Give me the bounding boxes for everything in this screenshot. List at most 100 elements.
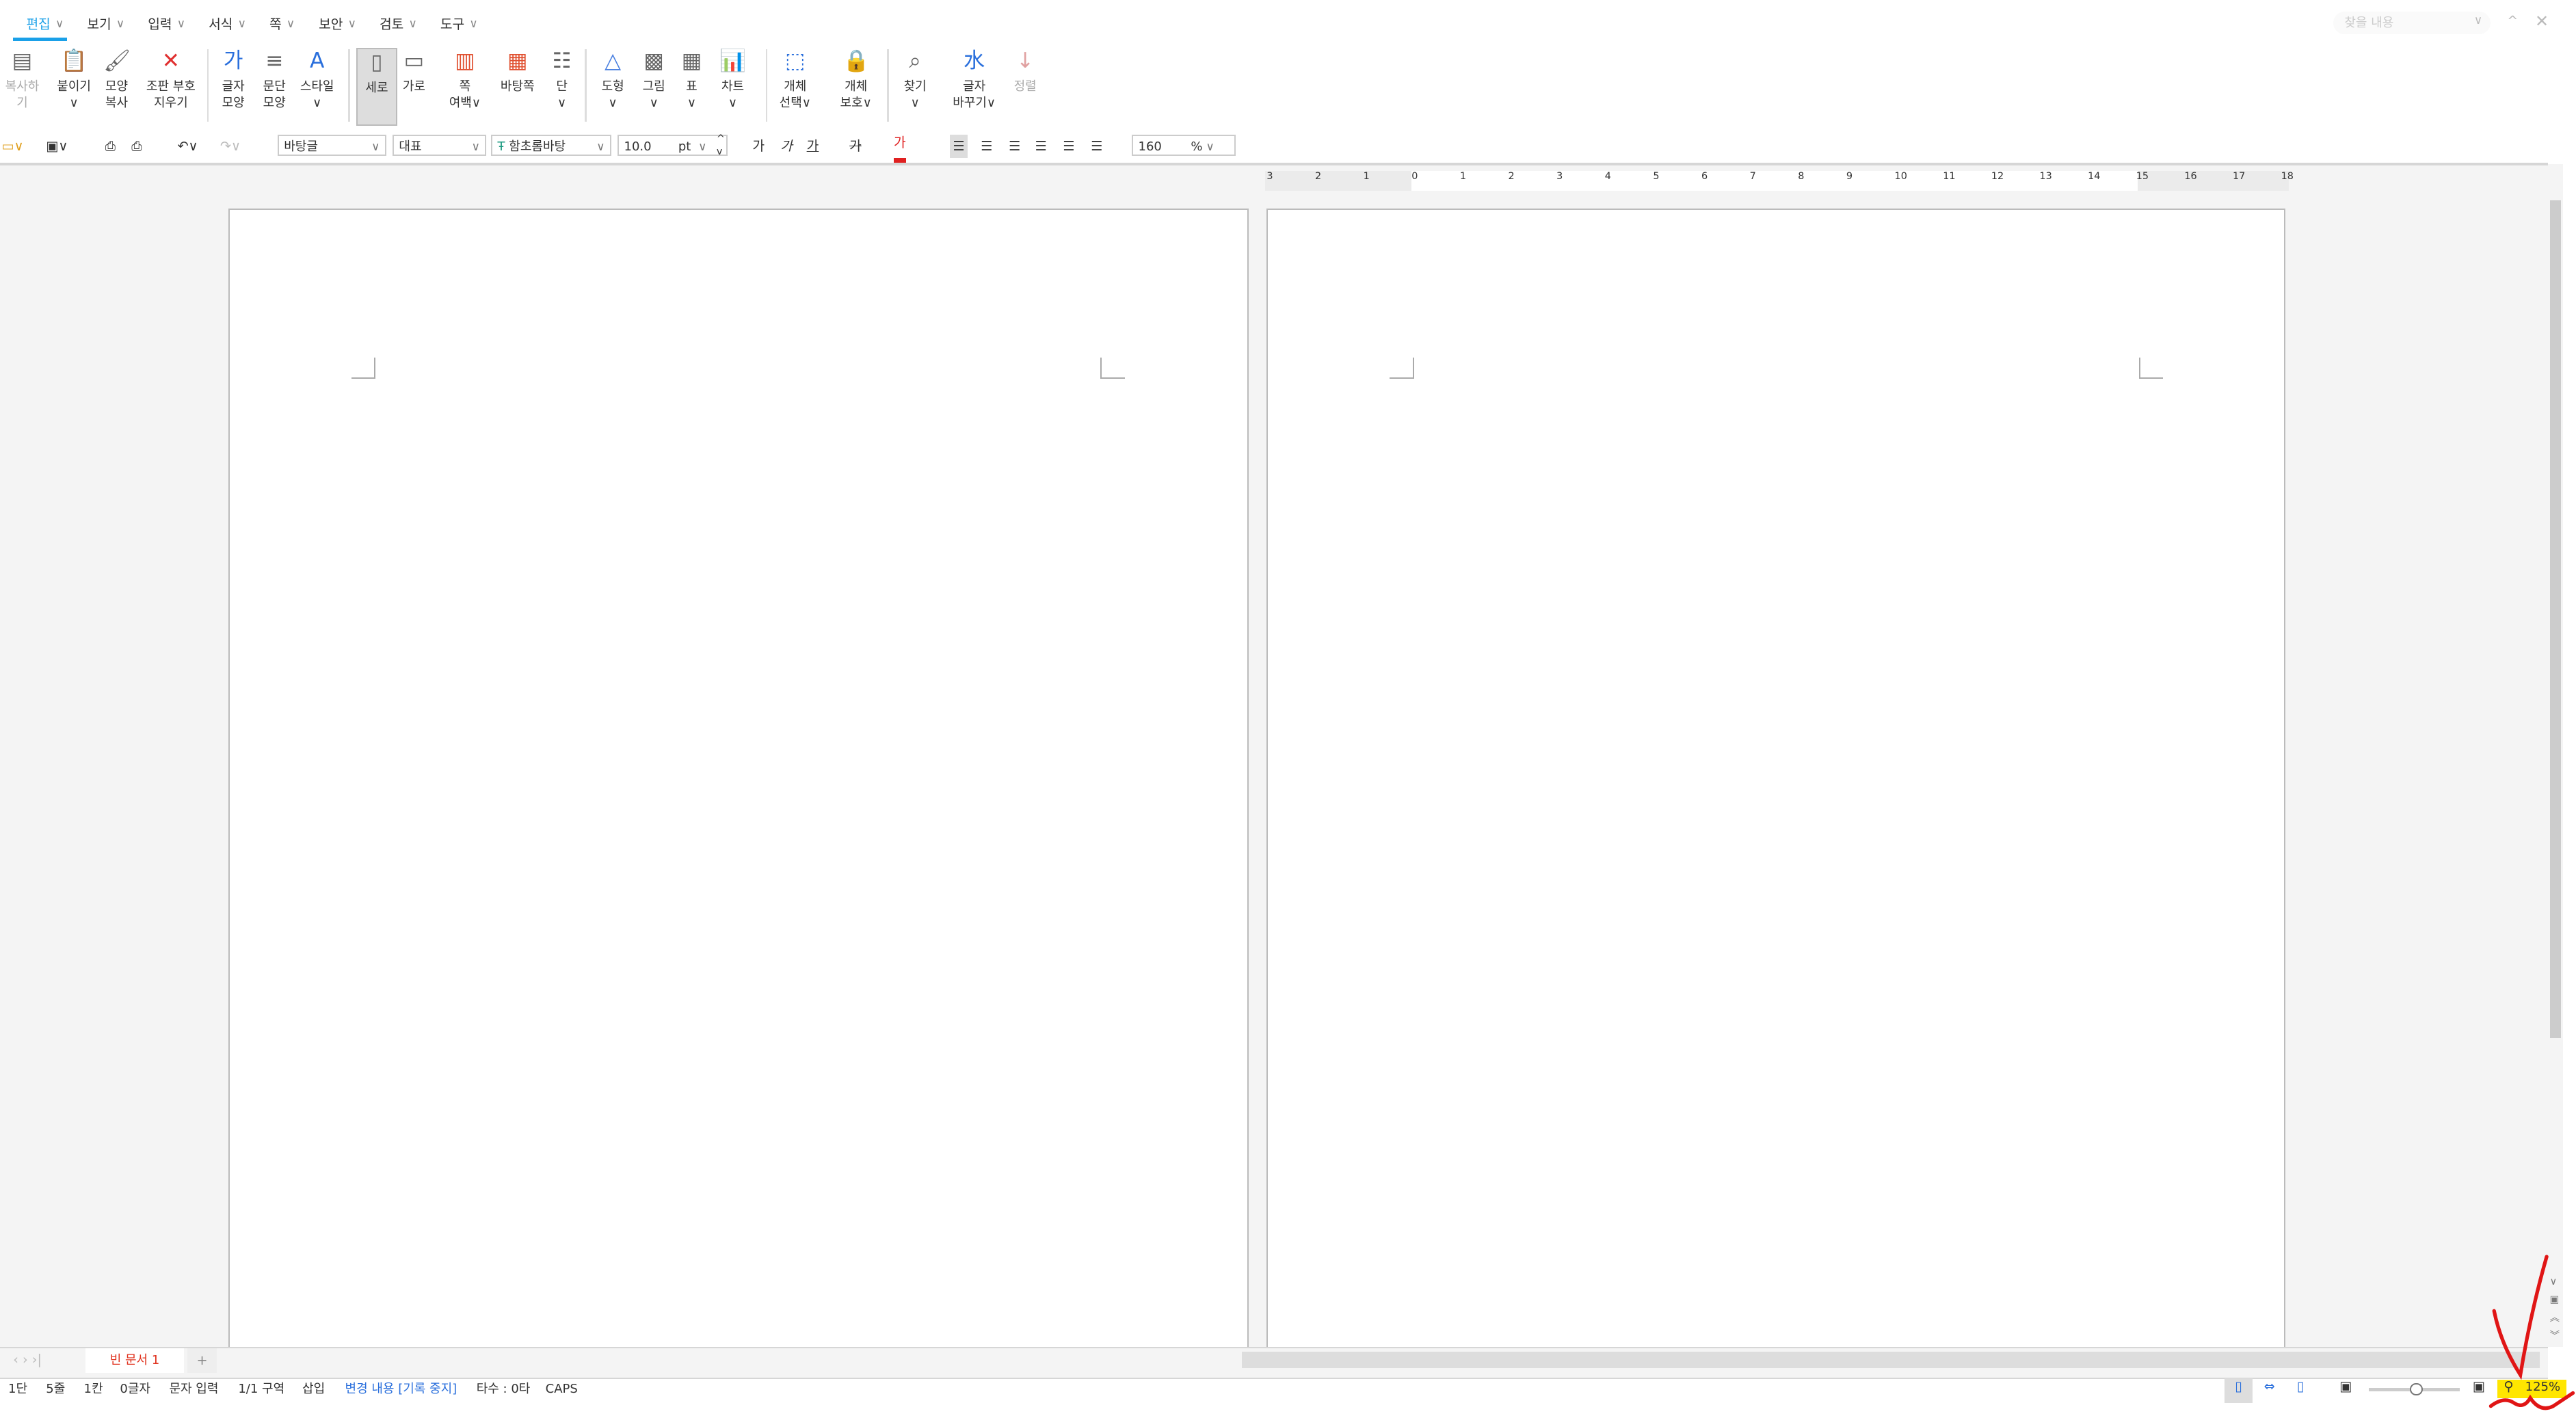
ribbon-button[interactable]: 🖌 모양 복사 [98,48,135,124]
menu-tab-label: 보기 [87,16,111,32]
font-size-input[interactable]: 10.0 pt ∨ ^ v [618,133,728,159]
align-left-icon[interactable]: ☰ [981,135,992,158]
find-input[interactable]: 찾을 내용 ∨ [2333,11,2491,35]
fit-page-icon[interactable]: ▯ [2297,1378,2305,1394]
open-icon[interactable]: ▭∨ [1,135,23,158]
align-justify-icon[interactable]: ☰ [949,135,968,158]
menu-tab[interactable]: 검토 ∨ [380,10,417,36]
distribute-icon[interactable]: ☰ [1063,135,1074,158]
undo-icon[interactable]: ↶∨ [177,135,198,158]
margin-icon: ▥ [455,48,475,73]
ribbon-label-2: ∨ [313,96,322,111]
ribbon-button[interactable]: ▦ 표 ∨ [677,48,706,124]
size-spinner[interactable]: ^ v [717,133,725,159]
menu-tab[interactable]: 편집 ∨ [13,10,67,42]
ribbon-label-2: 바꾸기∨ [953,96,996,111]
ribbon-label: 단 [556,79,568,94]
ribbon-label-2: ∨ [687,96,697,111]
strike-button[interactable]: 가 [849,135,862,158]
ribbon-button[interactable]: ↓ 정렬 [1009,48,1041,124]
ribbon-label: 스타일 [300,79,334,94]
status-line: 5줄 [46,1382,66,1397]
ribbon-label-2: 모양 [263,96,286,111]
menu-tab[interactable]: 쪽 ∨ [269,10,295,36]
ribbon-label-2: ∨ [557,96,567,111]
font-color-button[interactable]: 가 [893,135,906,163]
ribbon-label-2: 보호∨ [840,96,872,111]
ribbon-button[interactable]: ☷ 단 ∨ [547,48,576,124]
ribbon-button[interactable]: △ 도형 ∨ [595,48,631,124]
ruler[interactable]: 3 2 1 0 1 2 3 4 5 6 7 8 9 10 11 12 13 14 15 16 17 18 [1264,170,2294,191]
ribbon-button[interactable]: 水 글자 바꾸기∨ [946,48,1002,124]
ribbon-button[interactable]: A 스타일 ∨ [295,48,338,124]
ruler-label: 3 [1266,170,1273,182]
sort-icon: ↓ [1016,48,1035,73]
style-select[interactable]: 바탕글 ∨ [278,135,386,157]
find-prev-icon[interactable]: ^ [2507,13,2518,29]
ribbon-button[interactable]: ▩ 그림 ∨ [637,48,670,124]
font-select[interactable]: Ŧ 함초롬바탕 ∨ [491,135,611,157]
status-insert[interactable]: 삽입 [302,1380,325,1400]
ribbon-button[interactable]: ⬚ 개체 선택∨ [775,48,815,124]
ribbon-button[interactable]: 📊 차트 ∨ [713,48,753,124]
print-icon[interactable]: ⎙ [105,135,116,158]
menu-tab-label: 검토 [379,16,404,32]
ribbon-label: 붙이기 [57,79,91,94]
doc-tab[interactable]: 빈 문서 1 [85,1348,185,1374]
bold-button[interactable]: 가 [752,135,765,158]
tab-nav-icons[interactable]: ‹ › ›| [13,1352,42,1367]
page-2[interactable] [1266,209,2285,1349]
ruler-label: 6 [1701,170,1708,182]
status-track-changes[interactable]: 변경 내용 [기록 중지] [345,1380,457,1400]
ribbon-label: 세로 [365,81,388,96]
italic-button[interactable]: 가 [780,135,793,158]
ruler-label: 0 [1411,170,1418,182]
ribbon-button[interactable]: ▦ 바탕쪽 [496,48,539,124]
page-1[interactable] [228,209,1249,1349]
ribbon-button[interactable]: 가 글자 모양 [217,48,250,124]
redo-icon[interactable]: ↷∨ [220,135,241,158]
ribbon-button[interactable]: 🔒 개체 보호∨ [832,48,881,124]
status-caps: CAPS [545,1382,578,1397]
align-right-icon[interactable]: ☰ [1035,135,1047,158]
master-page-icon: ▦ [507,48,528,73]
zoom-out-icon[interactable]: ▣ [2339,1378,2352,1394]
menu-tab[interactable]: 서식 ∨ [209,10,246,36]
menu-tab[interactable]: 보안 ∨ [319,10,356,36]
vertical-scrollbar[interactable]: ∨ ▣ ︽ ︾ [2548,164,2563,1348]
zoom-slider[interactable] [2369,1382,2460,1396]
save-icon[interactable]: ▣∨ [46,135,68,158]
ribbon-button[interactable]: ▯ 세로 [356,47,397,126]
menu-tab[interactable]: 보기 ∨ [87,10,124,36]
ruler-label: 12 [1991,170,2004,182]
ribbon-button[interactable]: ⌕ 찾기 ∨ [897,48,933,124]
shape-icon: △ [605,48,622,73]
align-center-icon[interactable]: ☰ [1009,135,1020,158]
ribbon-button[interactable]: ✕ 조판 부호 지우기 [142,48,200,124]
ribbon-label-2: ∨ [728,96,738,111]
ribbon-label: 표 [686,79,698,94]
ribbon-button[interactable]: ≡ 문단 모양 [256,48,293,124]
ribbon-button[interactable]: ▥ 쪽 여백∨ [444,48,486,124]
ribbon-button[interactable]: ▤ 복사하기 [0,48,44,124]
close-find-icon[interactable]: ✕ [2535,12,2549,31]
ribbon-button[interactable]: ▭ 가로 [397,48,430,124]
line-spacing-input[interactable]: 160% ∨ [1132,135,1236,157]
language-select[interactable]: 대표 ∨ [393,135,487,157]
ruler-label: 2 [1508,170,1515,182]
status-mode[interactable]: 문자 입력 [169,1380,218,1400]
find-dropdown-icon[interactable]: ∨ [2474,13,2482,27]
menu-tab[interactable]: 입력 ∨ [148,10,185,36]
print-preview-icon[interactable]: ⎙ [131,135,142,158]
underline-button[interactable]: 가 [807,135,819,158]
line-spacing-value: 160 [1138,139,1162,154]
ribbon-button[interactable]: 📋 붙이기 ∨ [54,48,94,124]
split-icon[interactable]: ☰ [1091,135,1102,158]
menu-tab[interactable]: 도구 ∨ [440,10,478,36]
clear-marks-icon: ✕ [161,48,180,73]
menu-tab-label: 보안 [319,16,343,32]
view-page-icon[interactable]: ▯ [2224,1378,2253,1403]
fit-width-icon[interactable]: ⇔ [2264,1378,2275,1394]
add-tab-button[interactable]: + [187,1348,217,1374]
horizontal-scrollbar[interactable] [1242,1352,2540,1369]
